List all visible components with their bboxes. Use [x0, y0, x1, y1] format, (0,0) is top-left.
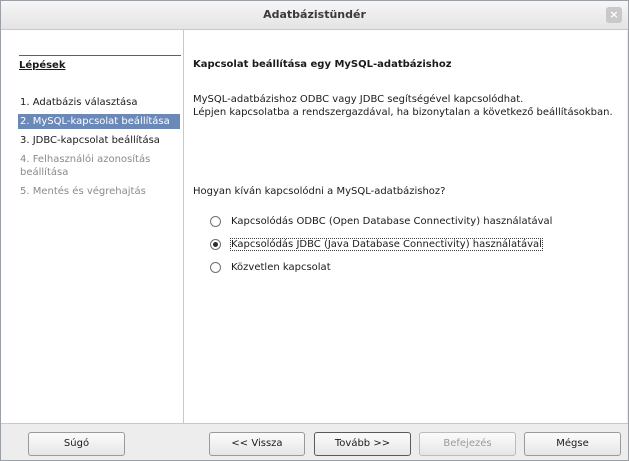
step-user-authentication: 4. Felhasználói azonosítás beállítása	[20, 154, 151, 178]
odbc-label[interactable]: Kapcsolódás ODBC (Open Database Connecti…	[231, 216, 552, 227]
step-save-and-proceed: 5. Mentés és végrehajtás	[20, 186, 146, 197]
wizard-window: Adatbázistündér × Lépések 1. Adatbázis v…	[0, 0, 629, 461]
jdbc-radio[interactable]	[210, 239, 221, 250]
window-title: Adatbázistündér	[263, 8, 366, 21]
main-panel: Kapcsolat beállítása egy MySQL-adatbázis…	[184, 30, 627, 423]
jdbc-label[interactable]: Kapcsolódás JDBC (Java Database Connecti…	[230, 238, 543, 251]
connection-question: Hogyan kíván kapcsolódni a MySQL-adatbáz…	[193, 186, 446, 197]
odbc-radio[interactable]	[210, 216, 221, 227]
description: MySQL-adatbázishoz ODBC vagy JDBC segíts…	[193, 93, 613, 119]
description-line: MySQL-adatbázishoz ODBC vagy JDBC segíts…	[193, 94, 524, 105]
footer-divider	[1, 423, 628, 424]
back-button[interactable]: << Vissza	[209, 432, 305, 456]
option-direct[interactable]: Közvetlen kapcsolat	[210, 256, 552, 279]
next-button[interactable]: Tovább >>	[314, 432, 411, 456]
step-mysql-connection[interactable]: 2. MySQL-kapcsolat beállítása	[18, 114, 180, 129]
step-jdbc-connection[interactable]: 3. JDBC-kapcsolat beállítása	[18, 133, 180, 148]
steps-title: Lépések	[19, 55, 181, 71]
page-title: Kapcsolat beállítása egy MySQL-adatbázis…	[193, 59, 452, 70]
finish-button: Befejezés	[419, 432, 516, 456]
close-icon[interactable]: ×	[606, 7, 622, 23]
title-bar: Adatbázistündér ×	[1, 1, 628, 30]
steps-sidebar: Lépések 1. Adatbázis választása 2. MySQL…	[1, 30, 183, 423]
option-jdbc[interactable]: Kapcsolódás JDBC (Java Database Connecti…	[210, 233, 552, 256]
cancel-button[interactable]: Mégse	[524, 432, 621, 456]
steps-list: 1. Adatbázis választása 2. MySQL-kapcsol…	[18, 95, 180, 203]
description-line: Lépjen kapcsolatba a rendszergazdával, h…	[193, 107, 613, 118]
direct-radio[interactable]	[210, 262, 221, 273]
direct-label[interactable]: Közvetlen kapcsolat	[231, 262, 331, 273]
connection-options: Kapcsolódás ODBC (Open Database Connecti…	[210, 210, 552, 279]
help-button[interactable]: Súgó	[28, 432, 125, 456]
option-odbc[interactable]: Kapcsolódás ODBC (Open Database Connecti…	[210, 210, 552, 233]
step-select-database[interactable]: 1. Adatbázis választása	[18, 95, 180, 110]
